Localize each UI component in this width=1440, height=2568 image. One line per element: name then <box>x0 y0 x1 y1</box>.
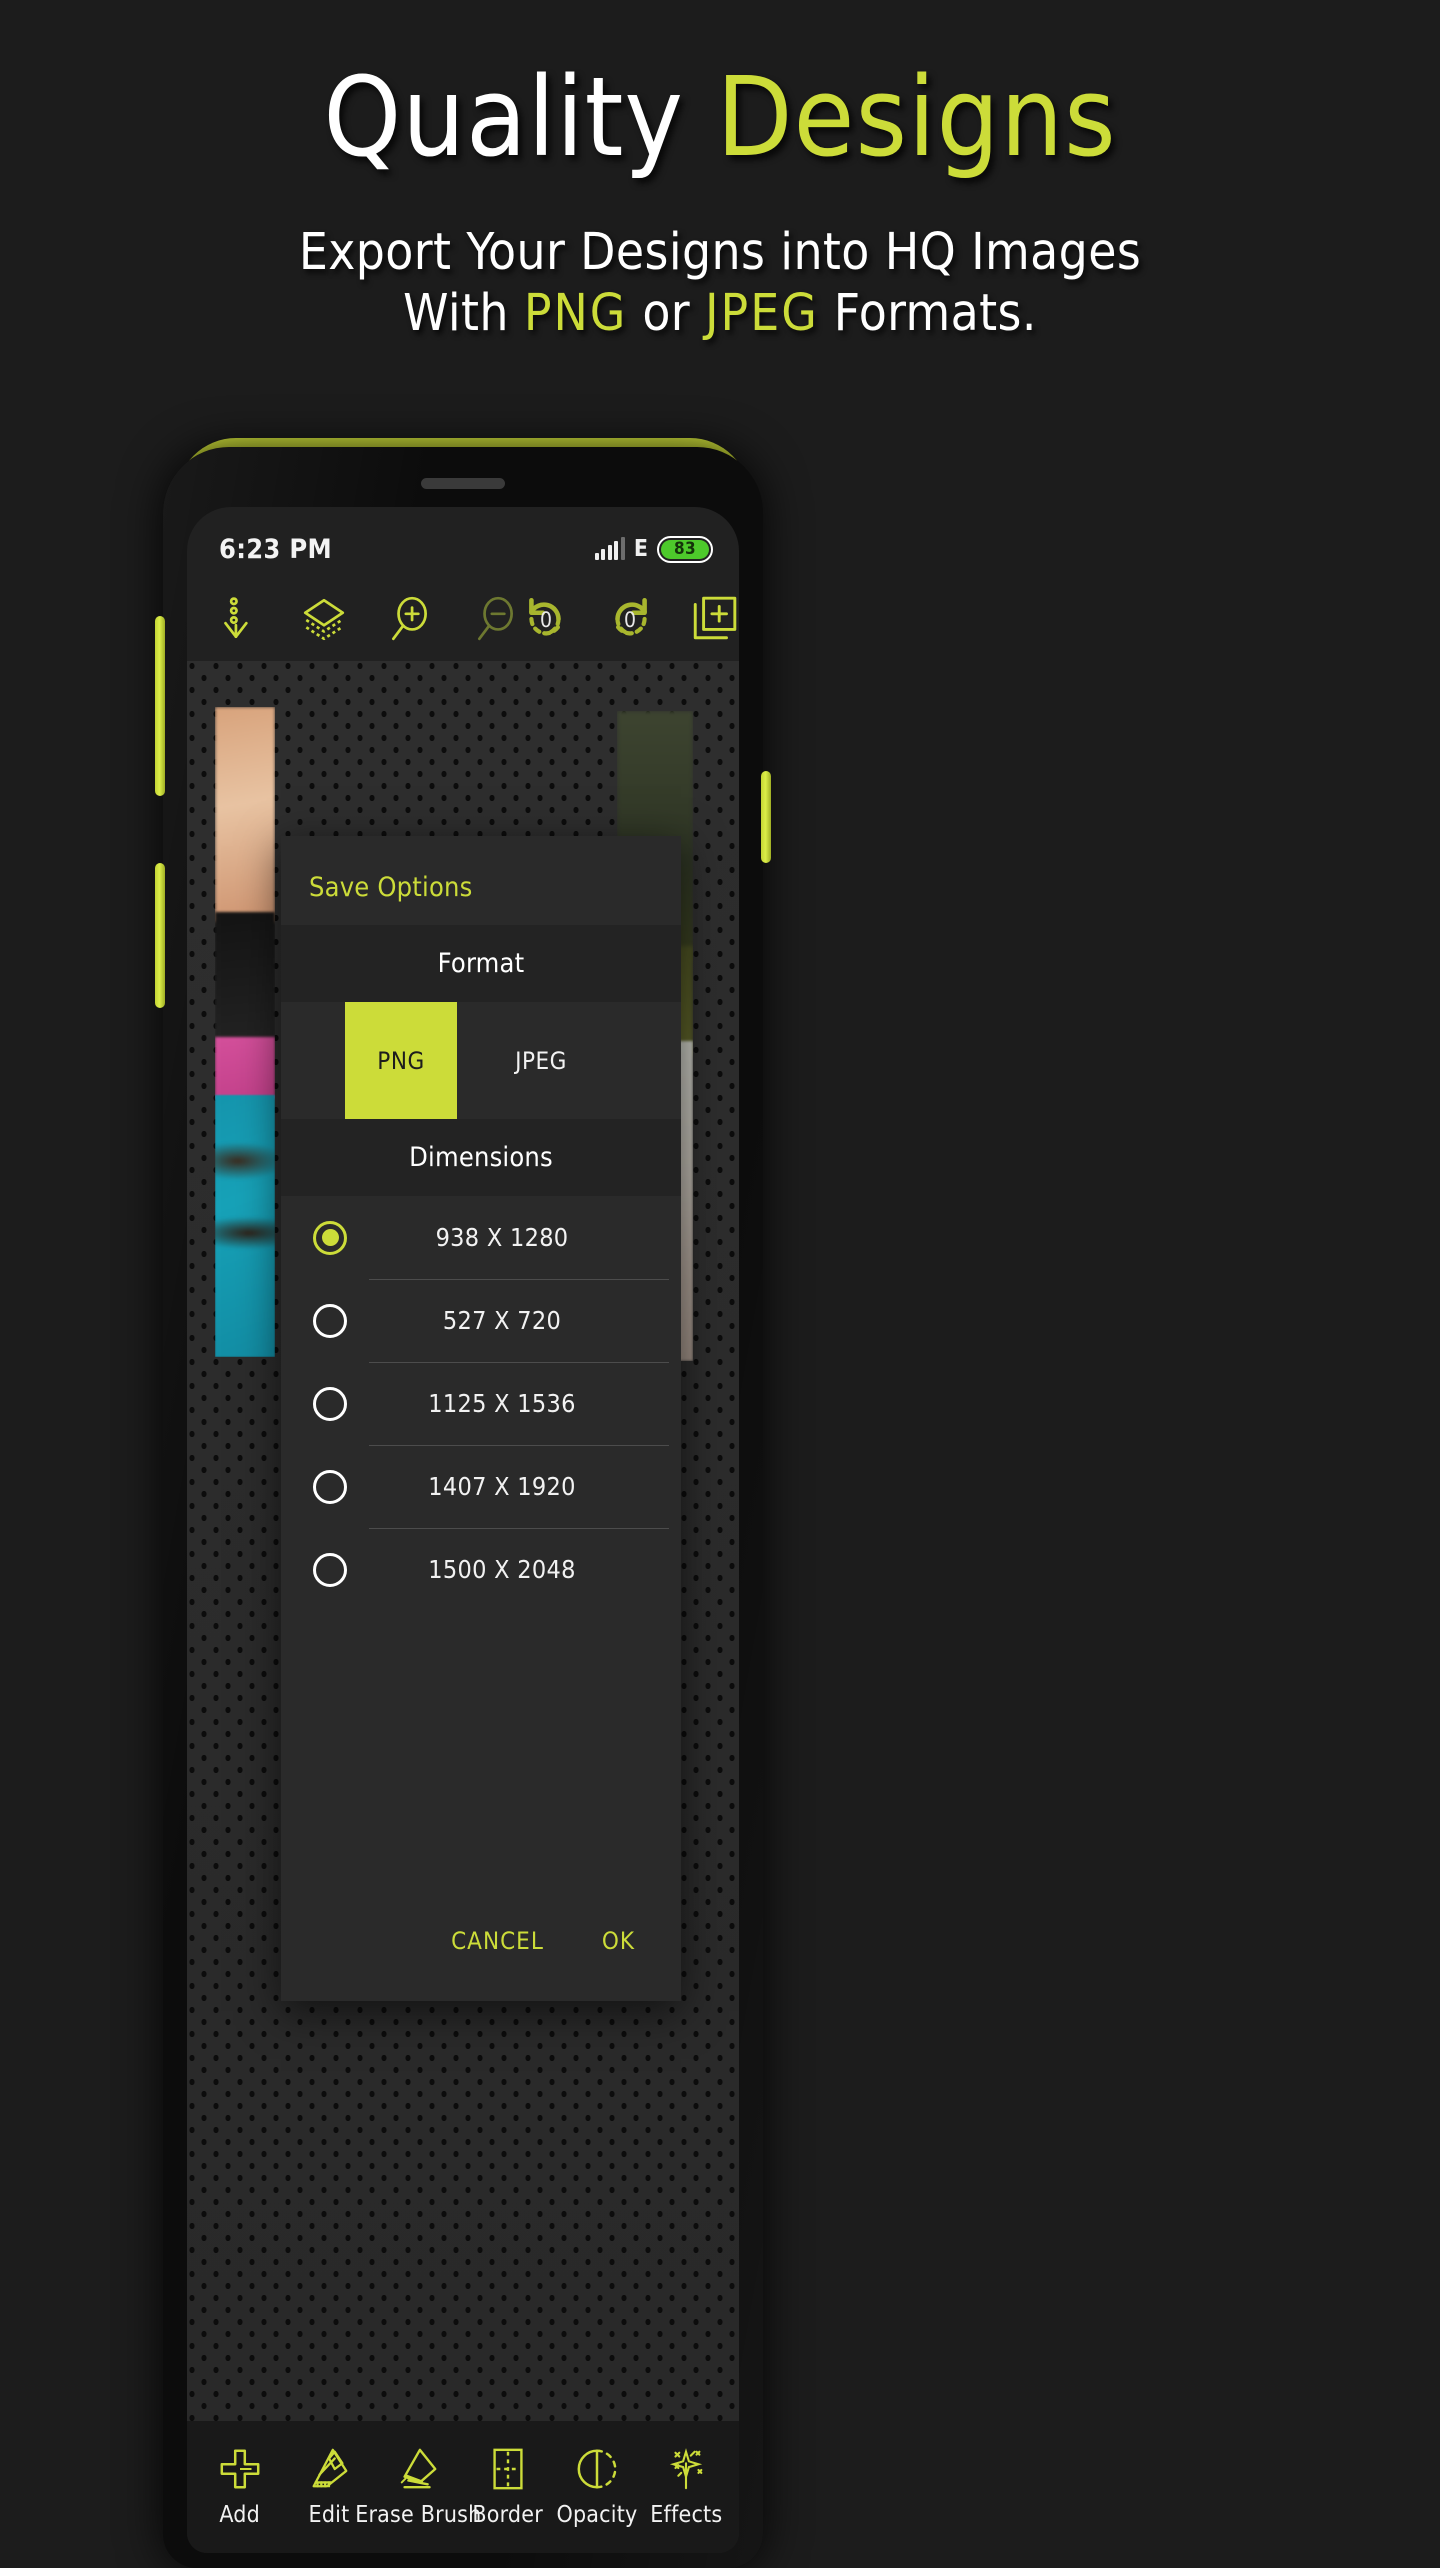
radio-button[interactable] <box>313 1469 347 1504</box>
ok-button[interactable]: OK <box>602 1927 635 1955</box>
format-option-png[interactable]: PNG <box>345 1002 457 1119</box>
radio-button[interactable] <box>313 1220 347 1255</box>
power-button[interactable] <box>761 771 771 863</box>
cancel-button[interactable]: CANCEL <box>451 1927 544 1955</box>
status-bar: 6:23 PM E 83 <box>187 507 739 577</box>
top-toolbar-right-group: 0 0 <box>521 594 739 644</box>
dimension-label: 1407 X 1920 <box>428 1472 576 1501</box>
status-indicators: E 83 <box>594 535 713 563</box>
page-subtitle-line1: Export Your Designs into HQ Images <box>298 223 1142 282</box>
add-page-icon[interactable] <box>689 594 739 644</box>
dimension-row[interactable]: 527 X 720 <box>281 1279 681 1362</box>
dimension-label: 1500 X 2048 <box>428 1555 576 1584</box>
dimension-row[interactable]: 938 X 1280 <box>281 1196 681 1279</box>
tool-effects[interactable]: Effects <box>642 2446 730 2528</box>
undo-count: 0 <box>539 608 553 632</box>
dialog-spacer <box>281 1611 681 1927</box>
dimension-label: 938 X 1280 <box>435 1223 569 1252</box>
volume-up-button[interactable] <box>155 616 165 796</box>
page-subtitle: Export Your Designs into HQ Images With … <box>0 222 1440 344</box>
bottom-toolbar: Add Edit Erase Brush Border Opacity Effe… <box>187 2421 739 2553</box>
tool-label: Effects <box>650 2502 723 2528</box>
tool-add[interactable]: Add <box>196 2446 284 2528</box>
format-section-header: Format <box>281 925 681 1002</box>
page-title-part1: Quality <box>323 53 717 181</box>
dialog-actions: CANCEL OK <box>281 1927 681 2001</box>
dimensions-options: 938 X 1280 527 X 720 1125 X 1536 1407 X … <box>281 1196 681 1611</box>
redo-count: 0 <box>623 608 637 632</box>
tool-label: Erase Brush <box>355 2502 482 2528</box>
tool-opacity[interactable]: Opacity <box>553 2446 641 2528</box>
phone-body: 6:23 PM E 83 0 0 Save Options Format PNG… <box>163 447 763 2568</box>
signal-bars-icon <box>594 537 625 560</box>
subtitle-mid: or <box>627 284 706 344</box>
radio-button[interactable] <box>313 1303 347 1338</box>
tool-label: Opacity <box>556 2502 638 2528</box>
tool-border[interactable]: Border <box>464 2446 552 2528</box>
layers-icon[interactable] <box>299 594 349 644</box>
battery-level-label: 83 <box>661 539 709 559</box>
tool-erase-brush[interactable]: Erase Brush <box>355 2446 481 2528</box>
phone-speaker <box>421 478 505 489</box>
battery-icon: 83 <box>657 535 713 563</box>
tool-label: Edit <box>308 2502 350 2528</box>
radio-button[interactable] <box>313 1386 347 1421</box>
dimension-label: 527 X 720 <box>442 1306 562 1335</box>
subtitle-post: Formats. <box>818 284 1037 344</box>
zoom-out-icon[interactable] <box>471 594 521 644</box>
subtitle-pre: With <box>403 284 524 344</box>
promo-header: Quality Designs Export Your Designs into… <box>0 0 1440 420</box>
dimension-row[interactable]: 1500 X 2048 <box>281 1528 681 1611</box>
top-toolbar-left-group <box>213 594 521 644</box>
canvas-photo-left <box>215 707 275 1357</box>
phone-mockup: 6:23 PM E 83 0 0 Save Options Format PNG… <box>155 438 771 2568</box>
tool-label: Border <box>472 2502 543 2528</box>
page-subtitle-line2: With PNG or JPEG Formats. <box>0 283 1440 344</box>
format-option-jpeg[interactable]: JPEG <box>485 1002 597 1119</box>
dialog-title: Save Options <box>309 872 473 903</box>
page-title: Quality Designs <box>0 62 1440 172</box>
phone-screen: 6:23 PM E 83 0 0 Save Options Format PNG… <box>187 507 739 2553</box>
dimension-row[interactable]: 1125 X 1536 <box>281 1362 681 1445</box>
page-title-part2: Designs <box>716 53 1117 181</box>
editor-canvas[interactable]: Save Options Format PNG JPEG Dimensions … <box>187 661 739 2421</box>
zoom-in-icon[interactable] <box>385 594 435 644</box>
network-type-label: E <box>633 536 648 562</box>
volume-down-button[interactable] <box>155 863 165 1008</box>
radio-button[interactable] <box>313 1552 347 1587</box>
dimensions-section-header: Dimensions <box>281 1119 681 1196</box>
save-options-dialog: Save Options Format PNG JPEG Dimensions … <box>281 836 681 2001</box>
top-toolbar: 0 0 <box>187 577 739 661</box>
redo-icon[interactable]: 0 <box>605 594 655 644</box>
tool-label: Add <box>219 2502 260 2528</box>
undo-icon[interactable]: 0 <box>521 594 571 644</box>
subtitle-jpeg: JPEG <box>705 284 819 344</box>
dimension-row[interactable]: 1407 X 1920 <box>281 1445 681 1528</box>
status-clock: 6:23 PM <box>219 533 332 565</box>
save-download-icon[interactable] <box>213 594 263 644</box>
dimension-label: 1125 X 1536 <box>428 1389 576 1418</box>
subtitle-png: PNG <box>523 284 628 344</box>
format-options: PNG JPEG <box>281 1002 681 1119</box>
